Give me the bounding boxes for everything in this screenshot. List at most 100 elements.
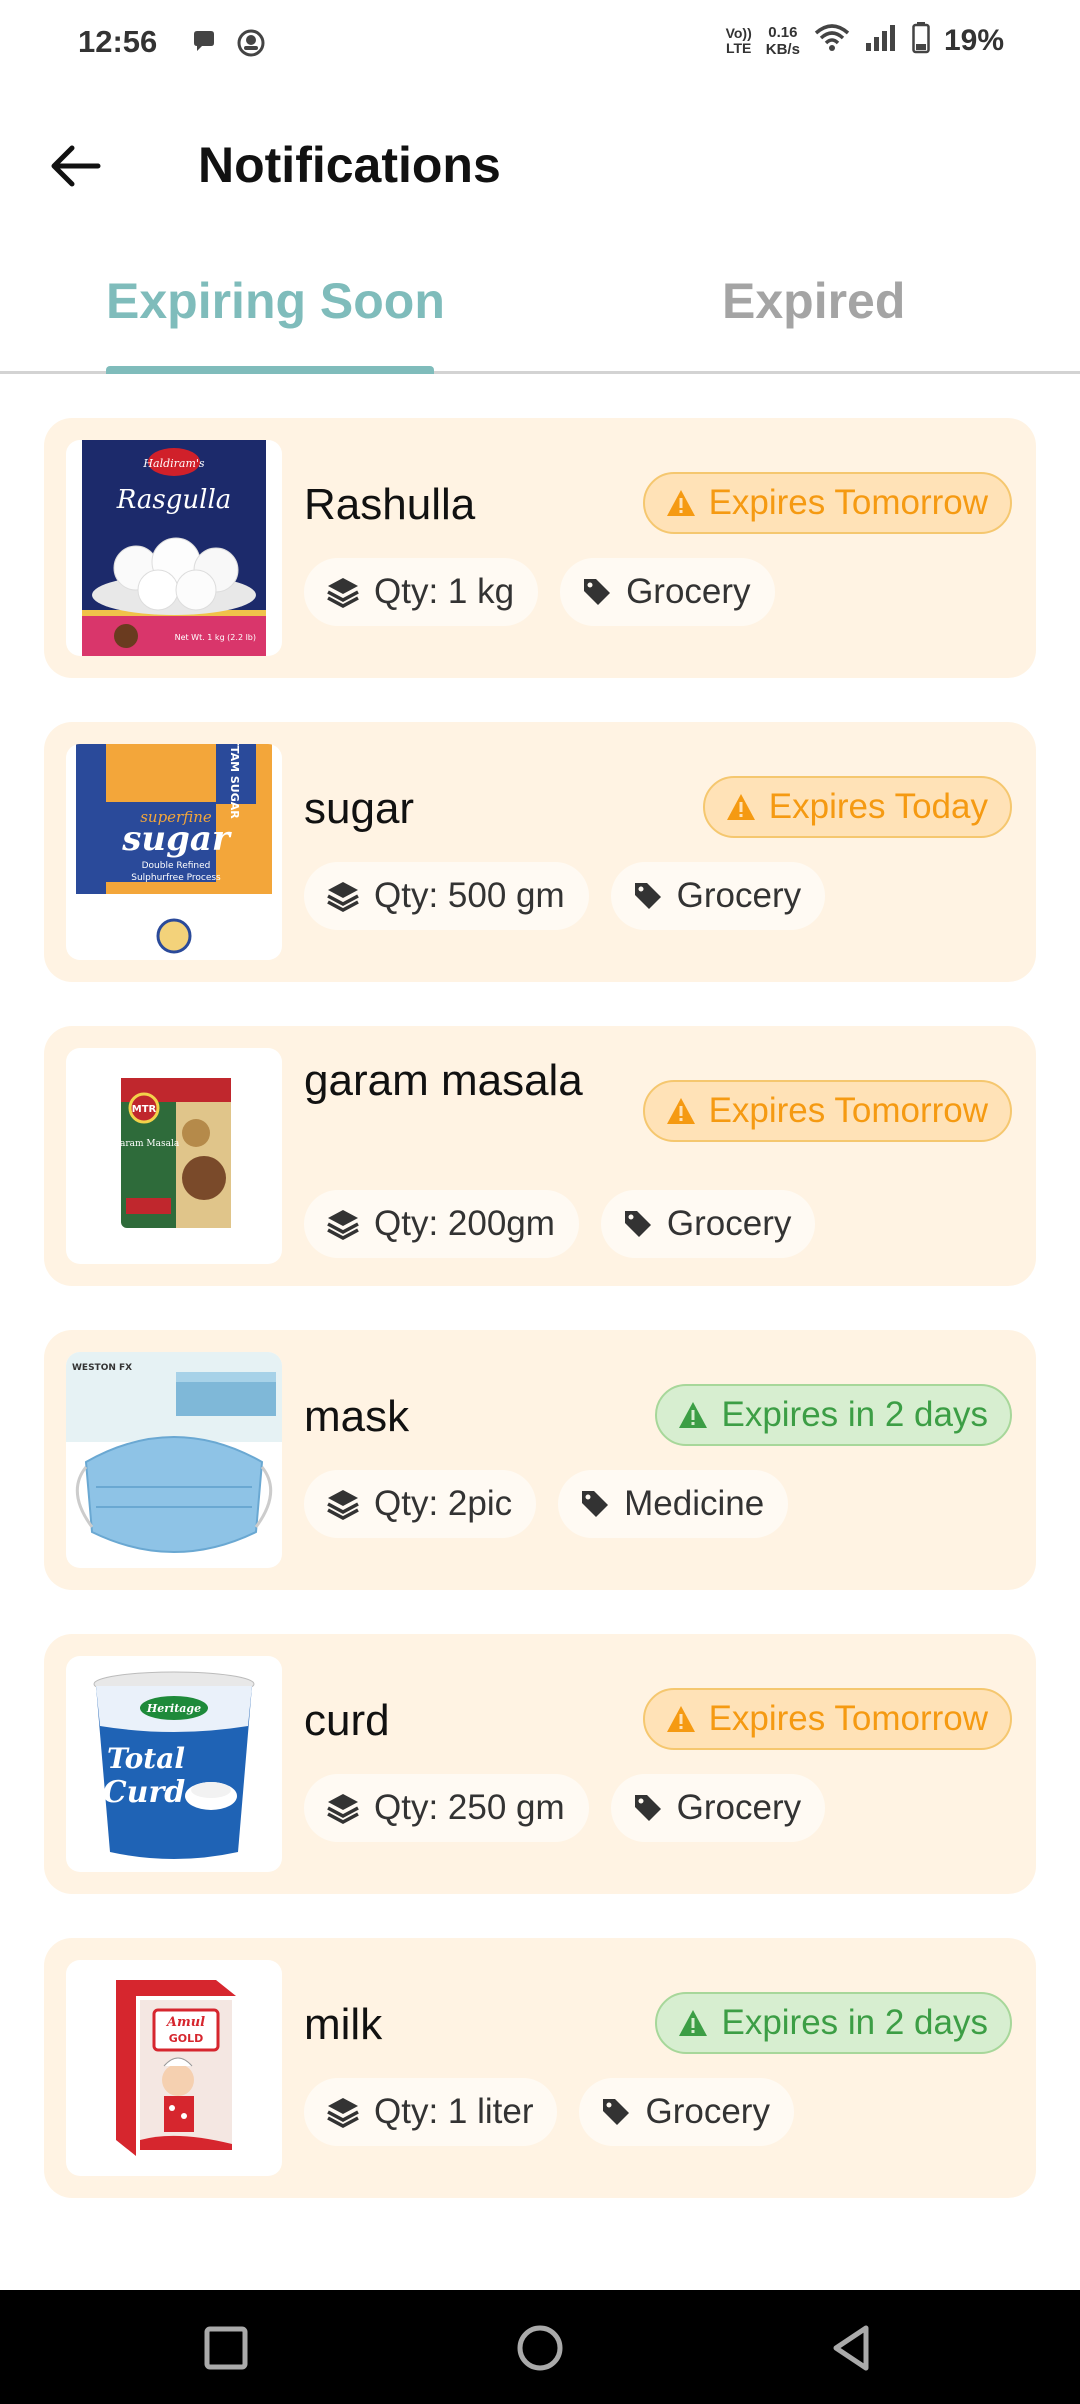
expiry-badge-label: Expires in 2 days (721, 2003, 988, 2042)
expiry-badge-label: Expires Tomorrow (708, 483, 988, 522)
item-chips: Qty: 500 gm Grocery (304, 862, 826, 930)
warning-icon (666, 490, 695, 516)
item-chips: Qty: 250 gm Grocery (304, 1774, 826, 1842)
expiry-badge: Expires in 2 days (655, 1384, 1012, 1446)
item-chips: Qty: 200gm Grocery (304, 1190, 816, 1258)
notification-card[interactable]: Haldiram's Rasgulla Net Wt. 1 kg (2.2 lb… (44, 418, 1036, 678)
status-system-icons: Vo)) LTE 0.16 KB/s 19% (726, 22, 1004, 59)
expiry-badge-label: Expires Tomorrow (708, 1091, 988, 1130)
product-image-rasgulla: Haldiram's Rasgulla Net Wt. 1 kg (2.2 lb… (66, 440, 282, 656)
arrow-left-icon (51, 145, 101, 187)
status-time: 12:56 (78, 24, 158, 59)
home-button[interactable] (512, 2320, 568, 2376)
svg-text:Amul: Amul (165, 2015, 205, 2030)
svg-text:Total: Total (107, 1742, 185, 1775)
quantity-chip: Qty: 1 kg (304, 558, 539, 626)
cellular-signal-icon (864, 23, 898, 58)
quantity-label: Qty: 250 gm (374, 1788, 565, 1827)
svg-text:Double Refined: Double Refined (142, 861, 211, 871)
svg-text:Sulphurfree Process: Sulphurfree Process (131, 873, 221, 883)
status-bar: 12:56 Vo)) LTE 0.16 KB/s 19% (0, 0, 1080, 90)
status-notification-icons (190, 28, 266, 63)
notification-card[interactable]: Heritage Total Curd curd Expires Tomorro… (44, 1634, 1036, 1894)
tab-bar: Expiring Soon Expired (0, 258, 1080, 374)
expiry-badge: Expires Tomorrow (642, 472, 1012, 534)
square-icon (204, 2326, 248, 2370)
category-chip: Medicine (558, 1470, 789, 1538)
svg-text:Garam Masala: Garam Masala (113, 1139, 180, 1149)
svg-text:Heritage: Heritage (146, 1702, 201, 1715)
network-speed: 0.16 KB/s (765, 23, 800, 58)
expiry-badge-label: Expires in 2 days (721, 1395, 988, 1434)
tab-expired[interactable]: Expired (722, 272, 905, 330)
layers-icon (327, 1210, 359, 1240)
quantity-chip: Qty: 200gm (304, 1190, 579, 1258)
circle-icon (517, 2325, 563, 2371)
expiry-badge: Expires Today (702, 776, 1012, 838)
volte-indicator: Vo)) LTE (725, 24, 752, 56)
system-nav-bar (0, 2290, 1080, 2404)
item-chips: Qty: 1 liter Grocery (304, 2078, 794, 2146)
quantity-label: Qty: 500 gm (374, 876, 565, 915)
product-image-garam-masala: MTR Garam Masala (66, 1048, 282, 1264)
wifi-icon (814, 23, 850, 58)
back-nav-button[interactable] (824, 2320, 880, 2376)
notification-list: Haldiram's Rasgulla Net Wt. 1 kg (2.2 lb… (44, 418, 1036, 2242)
item-chips: Qty: 1 kg Grocery (304, 558, 775, 626)
item-name: mask (304, 1392, 410, 1441)
layers-icon (327, 1490, 359, 1520)
recents-button[interactable] (198, 2320, 254, 2376)
layers-icon (327, 578, 359, 608)
expiry-badge: Expires Tomorrow (642, 1688, 1012, 1750)
item-name: sugar (304, 784, 415, 833)
warning-icon (666, 1706, 695, 1732)
back-button[interactable] (40, 130, 112, 202)
svg-text:Rasgulla: Rasgulla (116, 485, 232, 515)
product-image-mask: WESTON FX (66, 1352, 282, 1568)
app-notification-icon (236, 28, 266, 63)
quantity-label: Qty: 1 kg (374, 572, 515, 611)
tag-icon (634, 1795, 661, 1821)
category-chip: Grocery (610, 1774, 826, 1842)
item-chips: Qty: 2pic Medicine (304, 1470, 789, 1538)
category-chip: Grocery (579, 2078, 794, 2146)
item-name: Rashulla (304, 480, 476, 529)
quantity-label: Qty: 2pic (374, 1484, 513, 1523)
notification-card[interactable]: UTTAM SUGAR superfine sugar Double Refin… (44, 722, 1036, 982)
page-title: Notifications (198, 137, 501, 193)
svg-text:MTR: MTR (132, 1104, 157, 1115)
category-chip: Grocery (610, 862, 826, 930)
product-image-milk: Amul GOLD (66, 1960, 282, 2176)
category-label: Grocery (676, 1788, 802, 1827)
tab-expiring-soon[interactable]: Expiring Soon (106, 272, 445, 330)
product-image-curd: Heritage Total Curd (66, 1656, 282, 1872)
svg-text:Net Wt. 1 kg (2.2 lb): Net Wt. 1 kg (2.2 lb) (175, 633, 256, 642)
notification-card[interactable]: MTR Garam Masala garam masala Expires To… (44, 1026, 1036, 1286)
quantity-label: Qty: 1 liter (374, 2092, 534, 2131)
battery-percent: 19% (943, 23, 1004, 57)
item-name: milk (304, 2000, 383, 2049)
svg-text:WESTON FX: WESTON FX (72, 1363, 132, 1373)
category-label: Medicine (624, 1484, 765, 1523)
quantity-chip: Qty: 250 gm (304, 1774, 589, 1842)
quantity-label: Qty: 200gm (374, 1204, 555, 1243)
expiry-badge-label: Expires Today (768, 787, 988, 826)
tag-icon (584, 579, 611, 605)
quantity-chip: Qty: 2pic (304, 1470, 537, 1538)
warning-icon (679, 2010, 708, 2036)
expiry-badge-label: Expires Tomorrow (708, 1699, 988, 1738)
tag-icon (634, 883, 661, 909)
category-label: Grocery (645, 2092, 770, 2131)
notification-card[interactable]: Amul GOLD milk Expires in 2 days Qty: 1 … (44, 1938, 1036, 2198)
category-chip: Grocery (560, 558, 775, 626)
tag-icon (624, 1211, 651, 1237)
category-label: Grocery (676, 876, 802, 915)
app-bar: Notifications (0, 110, 1080, 220)
product-image-sugar: UTTAM SUGAR superfine sugar Double Refin… (66, 744, 282, 960)
item-name: curd (304, 1696, 390, 1745)
svg-text:sugar: sugar (121, 819, 232, 859)
svg-text:Haldiram's: Haldiram's (142, 457, 204, 470)
svg-text:GOLD: GOLD (169, 2032, 204, 2045)
svg-text:UTTAM SUGAR: UTTAM SUGAR (228, 744, 241, 819)
notification-card[interactable]: WESTON FX mask Expires in 2 days Qty: 2p… (44, 1330, 1036, 1590)
